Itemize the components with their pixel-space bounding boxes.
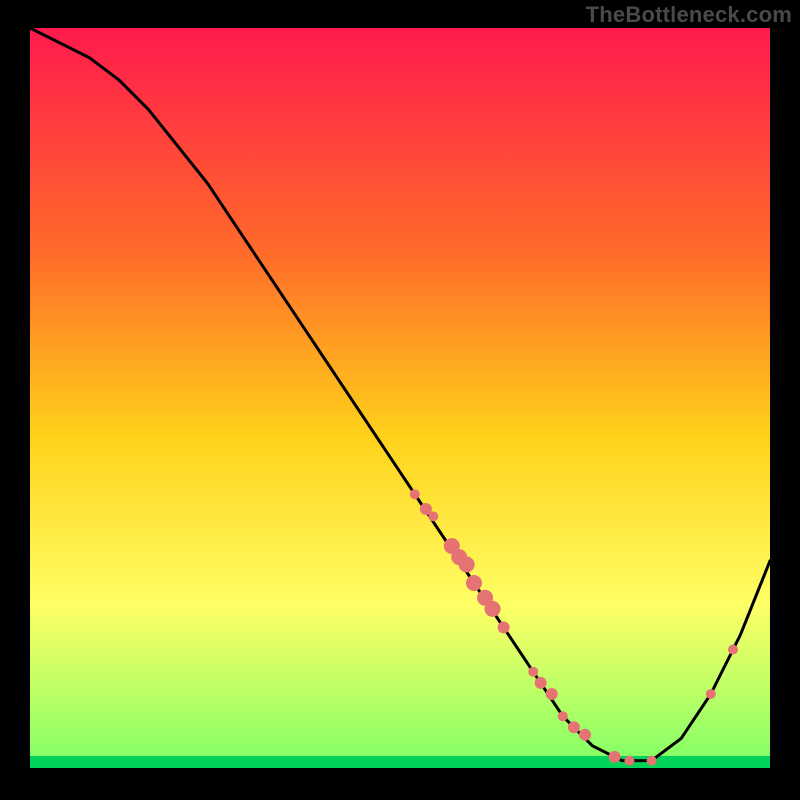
curve-marker [466,575,482,591]
curve-marker [728,645,738,655]
curve-marker [546,688,558,700]
curve-marker [609,751,621,763]
curve-marker [410,489,420,499]
bottleneck-chart [0,0,800,800]
curve-marker [459,557,475,573]
curve-marker [579,729,591,741]
curve-marker [528,667,538,677]
curve-marker [706,689,716,699]
curve-marker [558,711,568,721]
watermark-text: TheBottleneck.com [586,2,792,28]
curve-marker [568,721,580,733]
curve-marker [535,677,547,689]
curve-marker [498,621,510,633]
curve-marker [647,756,657,766]
curve-marker [428,511,438,521]
chart-frame: { "watermark": "TheBottleneck.com", "col… [0,0,800,800]
curve-marker [624,756,634,766]
plot-gradient-background [30,28,770,768]
curve-marker [485,601,501,617]
green-band [30,756,770,768]
